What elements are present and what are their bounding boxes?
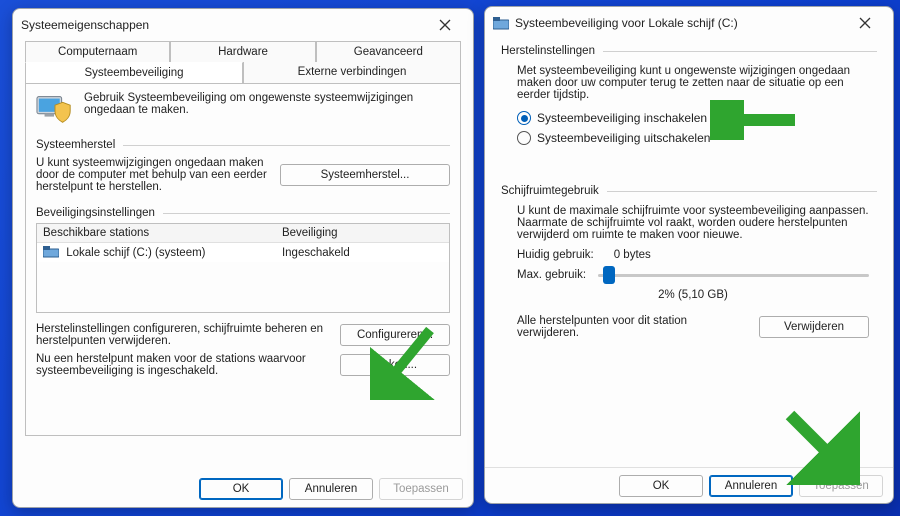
drive-protection-state: Ingeschakeld xyxy=(276,244,449,262)
tab-hardware[interactable]: Hardware xyxy=(170,41,315,62)
dialog-footer: OK Annuleren Toepassen xyxy=(485,467,893,503)
slider-thumb-icon[interactable] xyxy=(603,266,615,284)
intro-text: Gebruik Systeembeveiliging om ongewenste… xyxy=(84,92,450,129)
radio-label: Systeembeveiliging uitschakelen xyxy=(537,131,710,145)
max-usage-value: 2% (5,10 GB) xyxy=(517,289,869,301)
group-label-text: Beveiligingsinstellingen xyxy=(36,207,155,219)
cancel-button[interactable]: Annuleren xyxy=(709,475,793,497)
col-available-drives[interactable]: Beschikbare stations xyxy=(37,224,276,242)
table-header: Beschikbare stations Beveiliging xyxy=(37,224,449,243)
close-icon[interactable] xyxy=(425,11,465,39)
titlebar[interactable]: Systeemeigenschappen xyxy=(13,9,473,41)
current-usage-value: 0 bytes xyxy=(614,249,651,261)
radio-icon xyxy=(517,131,531,145)
apply-button: Toepassen xyxy=(799,475,883,497)
group-protection-settings: Beveiligingsinstellingen xyxy=(36,207,450,219)
system-restore-button[interactable]: Systeemherstel... xyxy=(280,164,450,186)
window-title: Systeemeigenschappen xyxy=(21,18,149,32)
system-properties-window: Systeemeigenschappen Computernaam Hardwa… xyxy=(12,8,474,508)
tab-computername[interactable]: Computernaam xyxy=(25,41,170,62)
tab-pane: Gebruik Systeembeveiliging om ongewenste… xyxy=(25,84,461,436)
tab-row-bottom: Systeembeveiliging Externe verbindingen xyxy=(25,62,461,84)
col-protection[interactable]: Beveiliging xyxy=(276,224,449,242)
apply-button: Toepassen xyxy=(379,478,463,500)
configure-description: Herstelinstellingen configureren, schijf… xyxy=(36,323,332,347)
max-usage-label: Max. gebruik: xyxy=(517,269,586,281)
group-restore-settings: Herstelinstellingen Met systeembeveiligi… xyxy=(501,45,877,159)
restore-blurb: Met systeembeveiliging kunt u ongewenste… xyxy=(517,65,869,101)
configure-button[interactable]: Configureren... xyxy=(340,324,450,346)
disk-blurb: U kunt de maximale schijfruimte voor sys… xyxy=(517,205,869,241)
tab-remote[interactable]: Externe verbindingen xyxy=(243,62,461,84)
radio-disable-protection[interactable]: Systeembeveiliging uitschakelen xyxy=(517,131,869,145)
shield-monitor-icon xyxy=(36,92,76,129)
window-title: Systeembeveiliging voor Lokale schijf (C… xyxy=(515,16,738,30)
group-label-text: Systeemherstel xyxy=(36,139,115,151)
table-row[interactable]: Lokale schijf (C:) (systeem) Ingeschakel… xyxy=(37,243,449,262)
drives-table[interactable]: Beschikbare stations Beveiliging Lokale … xyxy=(36,223,450,313)
radio-enable-protection[interactable]: Systeembeveiliging inschakelen xyxy=(517,111,869,125)
cancel-button[interactable]: Annuleren xyxy=(289,478,373,500)
ok-button[interactable]: OK xyxy=(199,478,283,500)
group-label-text: Herstelinstellingen xyxy=(501,45,595,57)
create-description: Nu een herstelpunt maken voor de station… xyxy=(36,353,332,377)
drive-icon xyxy=(43,246,59,258)
current-usage-label: Huidig gebruik: xyxy=(517,249,594,261)
delete-button[interactable]: Verwijderen xyxy=(759,316,869,338)
close-icon[interactable] xyxy=(845,9,885,37)
radio-label: Systeembeveiliging inschakelen xyxy=(537,111,707,125)
ok-button[interactable]: OK xyxy=(619,475,703,497)
delete-description: Alle herstelpunten voor dit station verw… xyxy=(517,315,751,339)
dialog-footer: OK Annuleren Toepassen xyxy=(13,471,473,507)
group-system-restore: Systeemherstel xyxy=(36,139,450,151)
tab-advanced[interactable]: Geavanceerd xyxy=(316,41,461,62)
system-protection-config-window: Systeembeveiliging voor Lokale schijf (C… xyxy=(484,6,894,504)
max-usage-slider[interactable] xyxy=(598,274,869,277)
drive-icon xyxy=(493,15,509,31)
tab-row-top: Computernaam Hardware Geavanceerd xyxy=(25,41,461,62)
radio-icon xyxy=(517,111,531,125)
group-label-text: Schijfruimtegebruik xyxy=(501,185,599,197)
titlebar[interactable]: Systeembeveiliging voor Lokale schijf (C… xyxy=(485,7,893,39)
create-restore-point-button[interactable]: Maken... xyxy=(340,354,450,376)
restore-description: U kunt systeemwijzigingen ongedaan maken… xyxy=(36,157,272,193)
drive-name: Lokale schijf (C:) (systeem) xyxy=(66,247,205,259)
tab-system-protection[interactable]: Systeembeveiliging xyxy=(25,62,243,84)
group-disk-usage: Schijfruimtegebruik U kunt de maximale s… xyxy=(501,185,877,347)
